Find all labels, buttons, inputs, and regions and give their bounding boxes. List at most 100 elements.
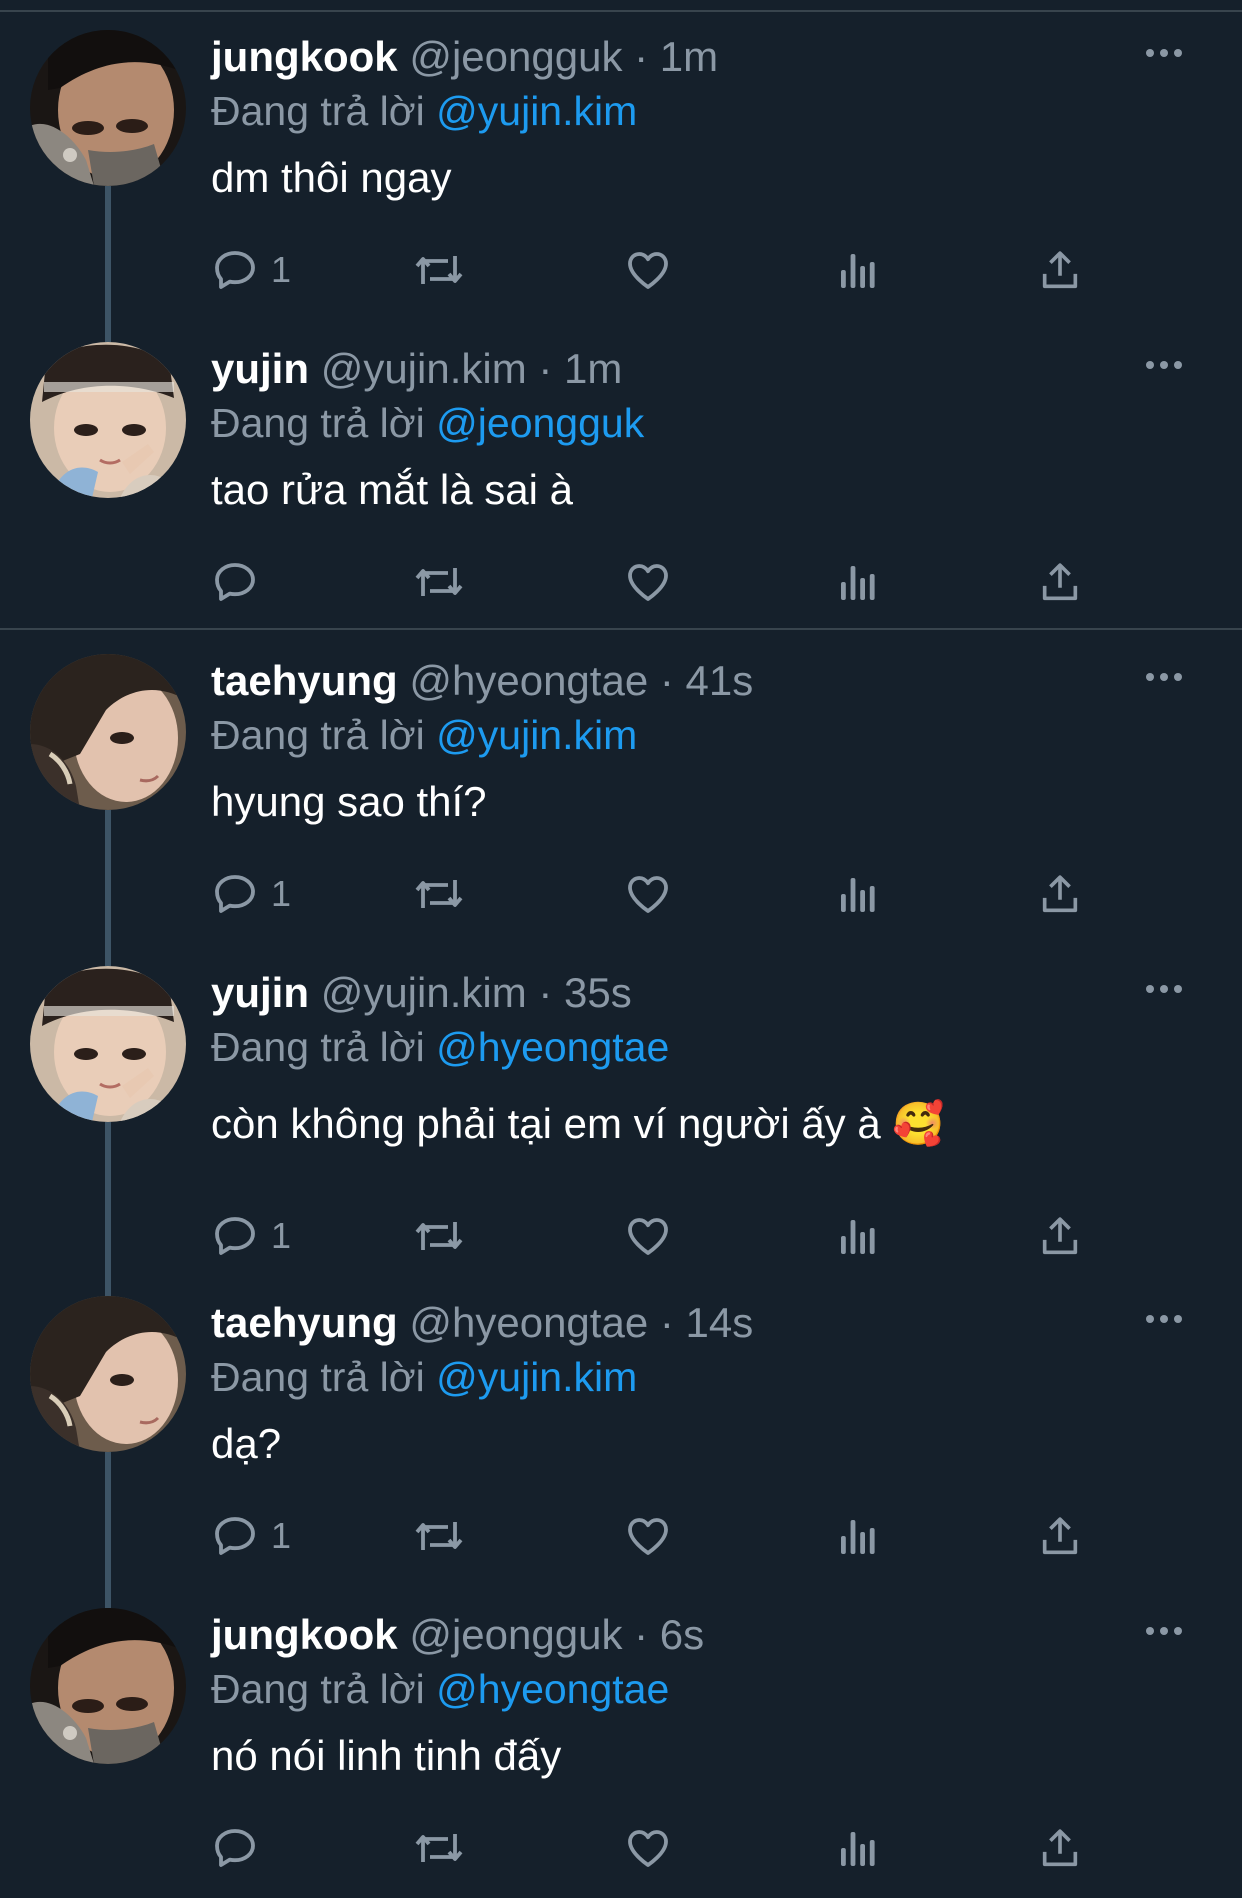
replying-to-label: Đang trả lời — [211, 1354, 425, 1400]
analytics-icon — [835, 246, 879, 294]
share-button[interactable] — [1037, 1208, 1083, 1264]
share-button[interactable] — [1037, 1508, 1083, 1564]
tweet-text: nó nói linh tinh đấy — [211, 1732, 562, 1779]
retweet-button[interactable] — [411, 1508, 467, 1564]
reply-button[interactable]: 1 — [211, 1208, 291, 1264]
mention-link[interactable]: @yujin.kim — [436, 1354, 637, 1400]
thread-connector-line — [105, 1452, 111, 1608]
display-name[interactable]: taehyung — [211, 657, 398, 704]
views-button[interactable] — [835, 554, 879, 610]
tweet-actions: 1 — [211, 1508, 1091, 1564]
timestamp[interactable]: 35s — [564, 969, 632, 1016]
share-icon — [1037, 1512, 1083, 1560]
tweet-header: taehyung @hyeongtae · 14s — [211, 1298, 753, 1348]
retweet-button[interactable] — [411, 554, 467, 610]
avatar[interactable] — [30, 654, 186, 810]
views-button[interactable] — [835, 1208, 879, 1264]
share-button[interactable] — [1037, 866, 1083, 922]
like-button[interactable] — [623, 554, 673, 610]
more-options-button[interactable] — [1134, 966, 1194, 1016]
conversation-divider — [0, 628, 1242, 630]
mention-link[interactable]: @yujin.kim — [436, 88, 637, 134]
replying-to-label: Đang trả lời — [211, 400, 425, 446]
heart-icon — [623, 558, 673, 606]
reply-button[interactable] — [211, 1820, 271, 1876]
replying-to: Đang trả lời @yujin.kim — [211, 710, 637, 760]
retweet-icon — [411, 246, 467, 294]
like-button[interactable] — [623, 1208, 673, 1264]
avatar[interactable] — [30, 342, 186, 498]
avatar[interactable] — [30, 1608, 186, 1764]
views-button[interactable] — [835, 1820, 879, 1876]
mention-link[interactable]: @hyeongtae — [436, 1024, 669, 1070]
avatar[interactable] — [30, 966, 186, 1122]
mention-link[interactable]: @yujin.kim — [436, 712, 637, 758]
user-handle[interactable]: @yujin.kim — [321, 969, 527, 1016]
display-name[interactable]: jungkook — [211, 33, 398, 80]
reply-button[interactable]: 1 — [211, 242, 291, 298]
avatar[interactable] — [30, 1296, 186, 1452]
heart-icon — [623, 246, 673, 294]
more-options-button[interactable] — [1134, 654, 1194, 704]
more-options-button[interactable] — [1134, 342, 1194, 392]
more-options-button[interactable] — [1134, 1296, 1194, 1346]
reply-icon — [211, 1824, 259, 1872]
tweet-text: tao rửa mắt là sai à — [211, 466, 573, 513]
more-options-button[interactable] — [1134, 30, 1194, 80]
separator-dot: · — [648, 657, 686, 704]
retweet-button[interactable] — [411, 1208, 467, 1264]
separator-dot: · — [648, 1299, 686, 1346]
views-button[interactable] — [835, 1508, 879, 1564]
mention-link[interactable]: @hyeongtae — [436, 1666, 669, 1712]
reply-button[interactable] — [211, 554, 271, 610]
reply-count: 1 — [271, 1515, 292, 1556]
replying-to: Đang trả lời @yujin.kim — [211, 1352, 637, 1402]
retweet-button[interactable] — [411, 1820, 467, 1876]
views-button[interactable] — [835, 242, 879, 298]
user-handle[interactable]: @jeongguk — [409, 33, 622, 80]
like-button[interactable] — [623, 242, 673, 298]
display-name[interactable]: yujin — [211, 969, 309, 1016]
timestamp[interactable]: 1m — [564, 345, 622, 392]
share-button[interactable] — [1037, 554, 1083, 610]
views-button[interactable] — [835, 866, 879, 922]
user-handle[interactable]: @hyeongtae — [409, 657, 648, 704]
like-button[interactable] — [623, 866, 673, 922]
tweet-actions — [211, 1820, 1091, 1876]
share-icon — [1037, 870, 1083, 918]
timestamp[interactable]: 41s — [686, 657, 754, 704]
timestamp[interactable]: 6s — [660, 1611, 704, 1658]
tweet-text: dạ? — [211, 1420, 282, 1467]
user-handle[interactable]: @hyeongtae — [409, 1299, 648, 1346]
more-icon — [1144, 670, 1184, 688]
timestamp[interactable]: 1m — [660, 33, 718, 80]
more-options-button[interactable] — [1134, 1608, 1194, 1658]
like-button[interactable] — [623, 1508, 673, 1564]
user-handle[interactable]: @yujin.kim — [321, 345, 527, 392]
display-name[interactable]: jungkook — [211, 1611, 398, 1658]
reply-button[interactable]: 1 — [211, 866, 291, 922]
retweet-button[interactable] — [411, 242, 467, 298]
reply-count: 1 — [271, 1215, 292, 1256]
retweet-button[interactable] — [411, 866, 467, 922]
reply-icon — [211, 1512, 259, 1560]
tweet-header: jungkook @jeongguk · 1m — [211, 32, 718, 82]
user-handle[interactable]: @jeongguk — [409, 1611, 622, 1658]
display-name[interactable]: yujin — [211, 345, 309, 392]
thread-connector-line — [105, 810, 111, 966]
reply-button[interactable]: 1 — [211, 1508, 291, 1564]
like-button[interactable] — [623, 1820, 673, 1876]
top-divider — [0, 10, 1242, 12]
mention-link[interactable]: @jeongguk — [436, 400, 644, 446]
display-name[interactable]: taehyung — [211, 1299, 398, 1346]
tweet-header: yujin @yujin.kim · 35s — [211, 968, 632, 1018]
tweet-actions: 1 — [211, 866, 1091, 922]
avatar[interactable] — [30, 30, 186, 186]
share-button[interactable] — [1037, 242, 1083, 298]
timestamp[interactable]: 14s — [686, 1299, 754, 1346]
reply-count: 1 — [271, 249, 292, 290]
retweet-icon — [411, 1824, 467, 1872]
share-button[interactable] — [1037, 1820, 1083, 1876]
retweet-icon — [411, 1212, 467, 1260]
heart-icon — [623, 1824, 673, 1872]
